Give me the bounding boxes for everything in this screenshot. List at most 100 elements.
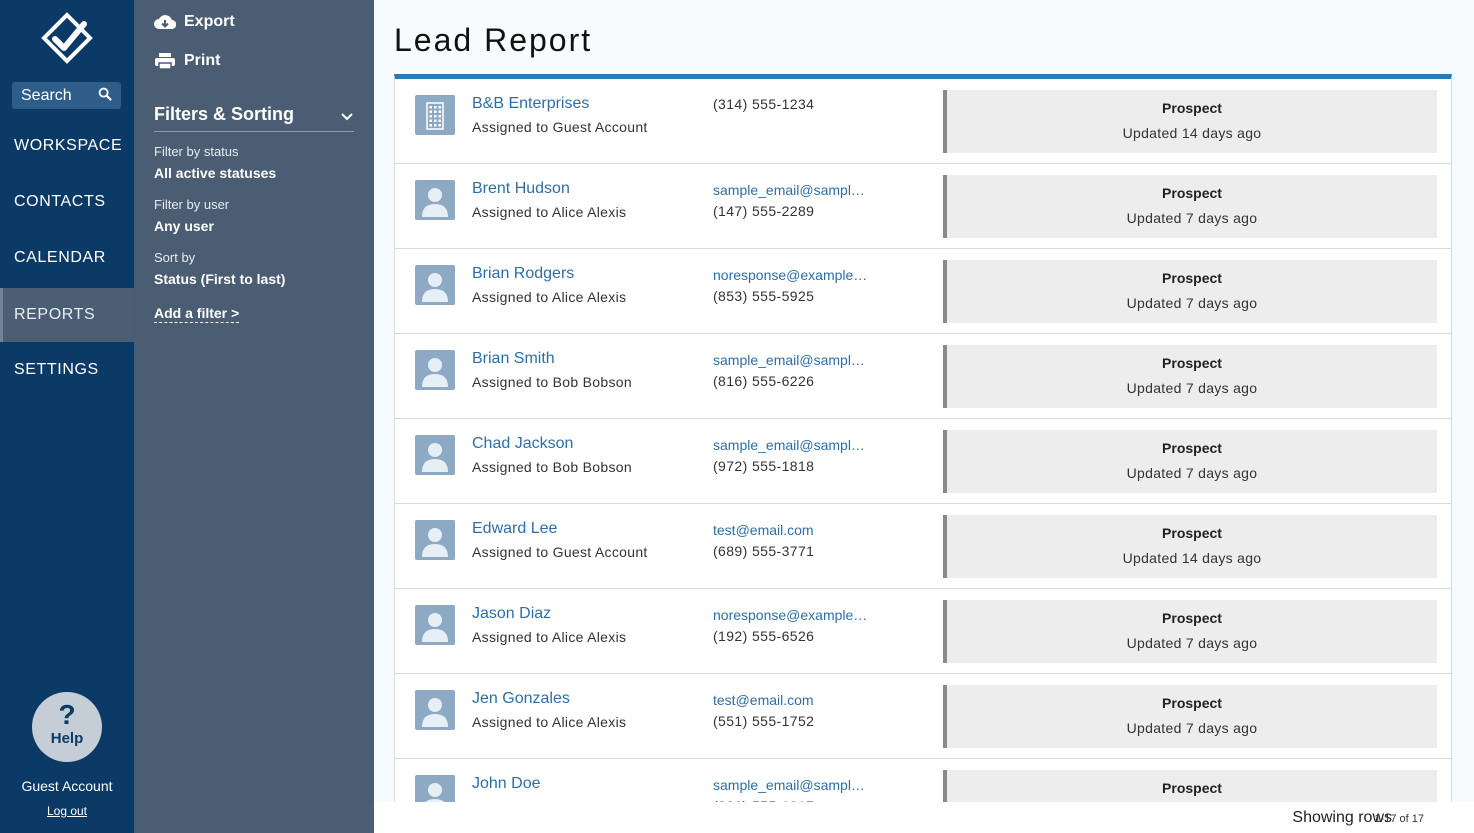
status-label: Prospect bbox=[1162, 270, 1222, 286]
lead-row[interactable]: Brian Smith Assigned to Bob Bobson sample_… bbox=[395, 334, 1451, 419]
assigned-to: Assigned to Bob Bobson bbox=[472, 459, 632, 475]
main-nav: Search WORKSPACE CONTACTS CALENDAR REPOR… bbox=[0, 0, 134, 833]
lead-name-link[interactable]: Jason Diaz bbox=[472, 605, 551, 623]
lead-phone: (689) 555-3771 bbox=[713, 543, 815, 559]
status-box[interactable]: Prospect Updated 7 days ago bbox=[943, 430, 1437, 493]
lead-phone: (551) 555-1752 bbox=[713, 713, 815, 729]
print-button[interactable]: Print bbox=[154, 52, 220, 70]
filter-status-label: Filter by status bbox=[154, 144, 239, 159]
assigned-to: Assigned to Alice Alexis bbox=[472, 714, 627, 730]
lead-email-link[interactable]: noresponse@example… bbox=[713, 607, 873, 623]
filter-status-value[interactable]: All active statuses bbox=[154, 165, 276, 181]
export-button[interactable]: Export bbox=[154, 13, 235, 31]
lead-row[interactable]: Chad Jackson Assigned to Bob Bobson sample… bbox=[395, 419, 1451, 504]
status-box[interactable]: Prospect Updated 7 days ago bbox=[943, 175, 1437, 238]
lead-name-link[interactable]: John Doe bbox=[472, 775, 541, 793]
lead-email-link[interactable]: sample_email@sampl… bbox=[713, 182, 873, 198]
lead-row[interactable]: B&B Enterprises Assigned to Guest Account… bbox=[395, 79, 1451, 164]
page-title: Lead Report bbox=[394, 22, 593, 58]
lead-name-link[interactable]: Brent Hudson bbox=[472, 180, 570, 198]
filters-sorting-title: Filters & Sorting bbox=[154, 104, 295, 124]
export-label: Export bbox=[184, 13, 235, 30]
lead-name-link[interactable]: Chad Jackson bbox=[472, 435, 573, 453]
status-box[interactable]: Prospect Updated 14 days ago bbox=[943, 515, 1437, 578]
lead-row[interactable]: Jen Gonzales Assigned to Alice Alexis test… bbox=[395, 674, 1451, 759]
updated-text: Updated 7 days ago bbox=[1126, 720, 1258, 736]
status-label: Prospect bbox=[1162, 610, 1222, 626]
table-footer: Showing rows 1-17 of 17 bbox=[374, 802, 1474, 833]
nav-item-contacts[interactable]: CONTACTS bbox=[0, 175, 134, 229]
lead-list[interactable]: B&B Enterprises Assigned to Guest Account… bbox=[394, 74, 1452, 802]
updated-text: Updated 7 days ago bbox=[1126, 465, 1258, 481]
status-box[interactable]: Prospect bbox=[943, 770, 1437, 802]
account-name: Guest Account bbox=[21, 778, 113, 794]
lead-name-link[interactable]: Brian Rodgers bbox=[472, 265, 574, 283]
status-box[interactable]: Prospect Updated 7 days ago bbox=[943, 685, 1437, 748]
lead-name-link[interactable]: Jen Gonzales bbox=[472, 690, 570, 708]
row-count: 1-17 of 17 bbox=[1374, 813, 1424, 825]
lead-phone: (314) 555-1234 bbox=[713, 96, 815, 112]
nav-item-calendar[interactable]: CALENDAR bbox=[0, 231, 134, 285]
sort-label: Sort by bbox=[154, 250, 196, 265]
assigned-to: Assigned to Guest Account bbox=[472, 119, 648, 135]
status-box[interactable]: Prospect Updated 7 days ago bbox=[943, 260, 1437, 323]
person-avatar-icon bbox=[415, 350, 455, 390]
lead-row[interactable]: Brent Hudson Assigned to Alice Alexis samp… bbox=[395, 164, 1451, 249]
sort-value[interactable]: Status (First to last) bbox=[154, 271, 285, 287]
filters-sorting-header[interactable]: Filters & Sorting bbox=[154, 104, 354, 132]
lead-name-link[interactable]: Brian Smith bbox=[472, 350, 555, 368]
person-avatar-icon bbox=[415, 180, 455, 220]
nav-item-reports[interactable]: REPORTS bbox=[0, 288, 134, 342]
status-label: Prospect bbox=[1162, 355, 1222, 371]
status-box[interactable]: Prospect Updated 7 days ago bbox=[943, 600, 1437, 663]
updated-text: Updated 7 days ago bbox=[1126, 210, 1258, 226]
app-logo[interactable] bbox=[40, 12, 94, 66]
cloud-download-icon bbox=[154, 15, 176, 30]
lead-phone: (853) 555-5925 bbox=[713, 288, 815, 304]
assigned-to: Assigned to Alice Alexis bbox=[472, 629, 627, 645]
lead-phone: (816) 555-6226 bbox=[713, 373, 815, 389]
filter-panel: Export Print Filters & Sorting Filter by… bbox=[134, 0, 374, 833]
person-avatar-icon bbox=[415, 690, 455, 730]
status-box[interactable]: Prospect Updated 14 days ago bbox=[943, 90, 1437, 153]
lead-name-link[interactable]: B&B Enterprises bbox=[472, 95, 589, 113]
help-button[interactable]: ? Help bbox=[32, 692, 102, 762]
lead-name-link[interactable]: Edward Lee bbox=[472, 520, 557, 538]
nav-item-workspace[interactable]: WORKSPACE bbox=[0, 119, 134, 173]
filter-user-label: Filter by user bbox=[154, 197, 230, 212]
lead-row[interactable]: Edward Lee Assigned to Guest Account test@… bbox=[395, 504, 1451, 589]
status-label: Prospect bbox=[1162, 100, 1222, 116]
building-icon bbox=[415, 95, 455, 135]
lead-row[interactable]: Brian Rodgers Assigned to Alice Alexis nor… bbox=[395, 249, 1451, 334]
main-content: Lead Report B&B Enterprises Assigned to G… bbox=[374, 0, 1474, 833]
logout-link[interactable]: Log out bbox=[0, 804, 134, 818]
filter-user-value[interactable]: Any user bbox=[154, 218, 214, 234]
person-avatar-icon bbox=[415, 775, 455, 802]
lead-email-link[interactable]: test@email.com bbox=[713, 522, 873, 538]
lead-email-link[interactable]: sample_email@sampl… bbox=[713, 777, 873, 793]
updated-text: Updated 14 days ago bbox=[1122, 125, 1262, 141]
search-box[interactable]: Search bbox=[12, 82, 121, 109]
lead-phone: (192) 555-6526 bbox=[713, 628, 815, 644]
updated-text: Updated 14 days ago bbox=[1122, 550, 1262, 566]
assigned-to: Assigned to Alice Alexis bbox=[472, 204, 627, 220]
lead-row[interactable]: Jason Diaz Assigned to Alice Alexis noresp… bbox=[395, 589, 1451, 674]
person-avatar-icon bbox=[415, 435, 455, 475]
lead-email-link[interactable]: noresponse@example… bbox=[713, 267, 873, 283]
print-label: Print bbox=[184, 52, 221, 69]
lead-phone: (972) 555-1818 bbox=[713, 458, 815, 474]
nav-item-settings[interactable]: SETTINGS bbox=[0, 343, 134, 397]
person-avatar-icon bbox=[415, 605, 455, 645]
lead-email-link[interactable]: sample_email@sampl… bbox=[713, 352, 873, 368]
lead-email-link[interactable]: test@email.com bbox=[713, 692, 873, 708]
assigned-to: Assigned to Guest Account bbox=[472, 544, 648, 560]
status-box[interactable]: Prospect Updated 7 days ago bbox=[943, 345, 1437, 408]
lead-email-link[interactable]: sample_email@sampl… bbox=[713, 437, 873, 453]
person-avatar-icon bbox=[415, 520, 455, 560]
lead-row[interactable]: John DoeAssigned to Guest Accountsample_… bbox=[395, 759, 1451, 802]
add-filter-link[interactable]: Add a filter > bbox=[154, 305, 240, 323]
printer-icon bbox=[155, 53, 175, 70]
person-avatar-icon bbox=[415, 265, 455, 305]
status-label: Prospect bbox=[1162, 440, 1222, 456]
updated-text: Updated 7 days ago bbox=[1126, 295, 1258, 311]
